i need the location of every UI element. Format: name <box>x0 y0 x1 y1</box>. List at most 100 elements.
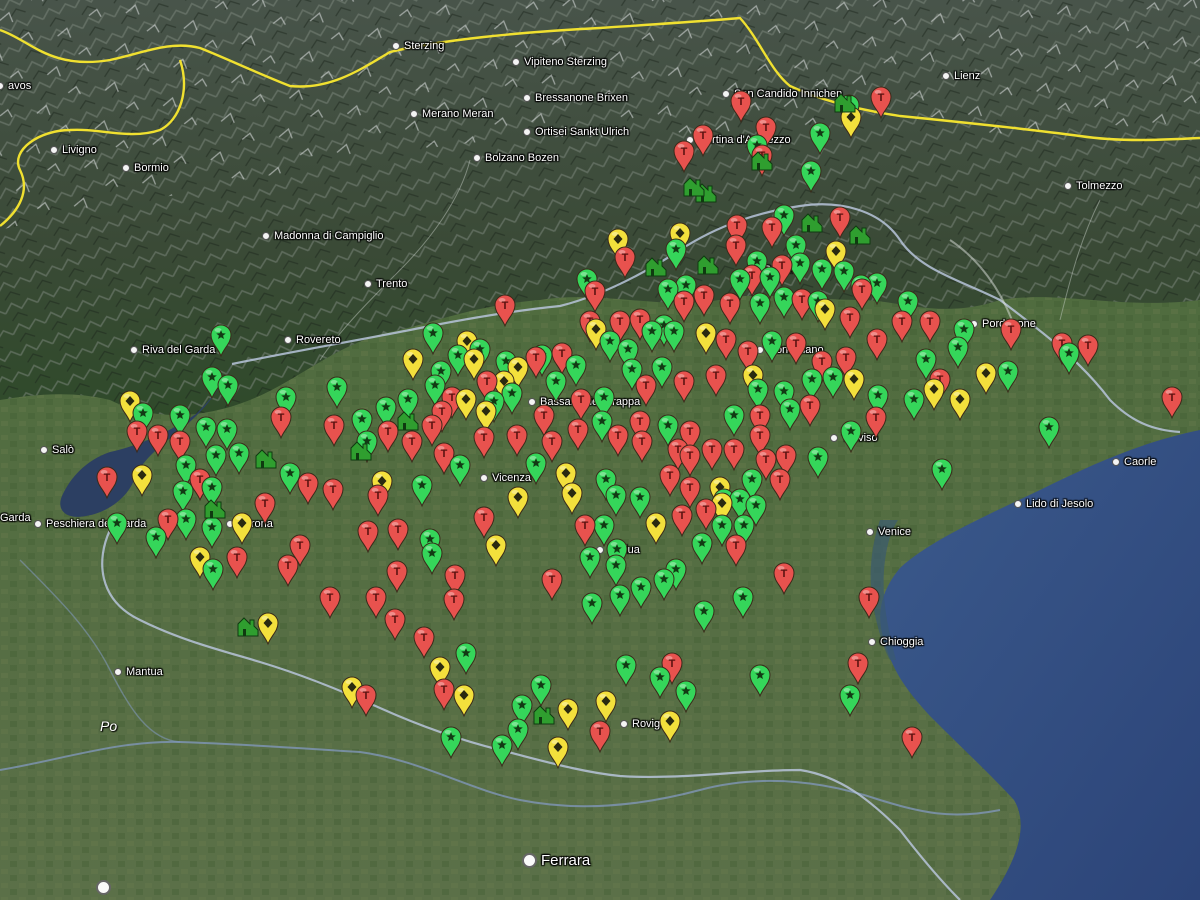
green-pin-icon[interactable] <box>822 366 844 400</box>
red-pin-icon[interactable]: T <box>866 328 888 362</box>
red-pin-icon[interactable]: T <box>1000 318 1022 352</box>
green-pin-icon[interactable] <box>749 292 771 326</box>
red-pin-icon[interactable]: T <box>631 430 653 464</box>
green-pin-icon[interactable] <box>579 546 601 580</box>
red-pin-icon[interactable]: T <box>506 424 528 458</box>
yellow-pin-icon[interactable] <box>645 512 667 546</box>
red-pin-icon[interactable]: T <box>773 562 795 596</box>
green-pin-icon[interactable] <box>501 382 523 416</box>
red-pin-icon[interactable]: T <box>673 290 695 324</box>
red-pin-icon[interactable]: T <box>679 476 701 510</box>
red-pin-icon[interactable]: T <box>693 284 715 318</box>
map-view[interactable]: Sterzing Vipiteno Sterzing Bressanone Brix… <box>0 0 1200 900</box>
green-pin-icon[interactable] <box>605 484 627 518</box>
green-pin-icon[interactable] <box>615 654 637 688</box>
red-pin-icon[interactable]: T <box>277 554 299 588</box>
red-pin-icon[interactable]: T <box>443 588 465 622</box>
green-pin-icon[interactable] <box>326 376 348 410</box>
green-pin-icon[interactable] <box>491 734 513 768</box>
red-pin-icon[interactable]: T <box>671 504 693 538</box>
red-pin-icon[interactable]: T <box>147 424 169 458</box>
green-pin-icon[interactable] <box>665 238 687 272</box>
green-pin-icon[interactable] <box>807 446 829 480</box>
yellow-pin-icon[interactable] <box>485 534 507 568</box>
green-pin-icon[interactable] <box>649 666 671 700</box>
red-pin-icon[interactable]: T <box>494 294 516 328</box>
green-pin-icon[interactable] <box>545 370 567 404</box>
red-pin-icon[interactable]: T <box>401 430 423 464</box>
red-pin-icon[interactable]: T <box>355 684 377 718</box>
red-pin-icon[interactable]: T <box>769 468 791 502</box>
red-pin-icon[interactable]: T <box>473 506 495 540</box>
building-icon[interactable] <box>849 225 871 245</box>
red-pin-icon[interactable]: T <box>635 374 657 408</box>
red-pin-icon[interactable]: T <box>421 414 443 448</box>
yellow-pin-icon[interactable] <box>814 298 836 332</box>
green-pin-icon[interactable] <box>931 458 953 492</box>
green-pin-icon[interactable] <box>449 454 471 488</box>
green-pin-icon[interactable] <box>761 330 783 364</box>
red-pin-icon[interactable]: T <box>847 652 869 686</box>
green-pin-icon[interactable] <box>749 664 771 698</box>
green-pin-icon[interactable] <box>1058 342 1080 376</box>
building-icon[interactable] <box>645 257 667 277</box>
red-pin-icon[interactable]: T <box>614 246 636 280</box>
green-pin-icon[interactable] <box>106 512 128 546</box>
green-pin-icon[interactable] <box>421 542 443 576</box>
yellow-pin-icon[interactable] <box>923 378 945 412</box>
red-pin-icon[interactable]: T <box>570 388 592 422</box>
green-pin-icon[interactable] <box>811 258 833 292</box>
green-pin-icon[interactable] <box>675 680 697 714</box>
green-pin-icon[interactable] <box>599 330 621 364</box>
red-pin-icon[interactable]: T <box>319 586 341 620</box>
red-pin-icon[interactable]: T <box>589 720 611 754</box>
green-pin-icon[interactable] <box>800 160 822 194</box>
red-pin-icon[interactable]: T <box>730 90 752 124</box>
yellow-pin-icon[interactable] <box>257 612 279 646</box>
red-pin-icon[interactable]: T <box>384 608 406 642</box>
green-pin-icon[interactable] <box>455 642 477 676</box>
red-pin-icon[interactable]: T <box>701 438 723 472</box>
red-pin-icon[interactable]: T <box>413 626 435 660</box>
red-pin-icon[interactable]: T <box>858 586 880 620</box>
green-pin-icon[interactable] <box>732 586 754 620</box>
green-pin-icon[interactable] <box>809 122 831 156</box>
red-pin-icon[interactable]: T <box>387 518 409 552</box>
green-pin-icon[interactable] <box>789 252 811 286</box>
red-pin-icon[interactable]: T <box>919 310 941 344</box>
red-pin-icon[interactable]: T <box>567 418 589 452</box>
yellow-pin-icon[interactable] <box>975 362 997 396</box>
red-pin-icon[interactable]: T <box>901 726 923 760</box>
green-pin-icon[interactable] <box>605 554 627 588</box>
green-pin-icon[interactable] <box>629 486 651 520</box>
yellow-pin-icon[interactable] <box>453 684 475 718</box>
green-pin-icon[interactable] <box>411 474 433 508</box>
building-icon[interactable] <box>237 617 259 637</box>
red-pin-icon[interactable]: T <box>891 310 913 344</box>
green-pin-icon[interactable] <box>195 416 217 450</box>
green-pin-icon[interactable] <box>840 420 862 454</box>
red-pin-icon[interactable]: T <box>829 206 851 240</box>
red-pin-icon[interactable]: T <box>584 280 606 314</box>
green-pin-icon[interactable] <box>663 320 685 354</box>
green-pin-icon[interactable] <box>172 480 194 514</box>
red-pin-icon[interactable]: T <box>1077 334 1099 368</box>
green-pin-icon[interactable] <box>641 320 663 354</box>
green-pin-icon[interactable] <box>839 684 861 718</box>
green-pin-icon[interactable] <box>609 584 631 618</box>
red-pin-icon[interactable]: T <box>226 546 248 580</box>
red-pin-icon[interactable]: T <box>785 332 807 366</box>
red-pin-icon[interactable]: T <box>323 414 345 448</box>
yellow-pin-icon[interactable] <box>659 710 681 744</box>
red-pin-icon[interactable]: T <box>725 234 747 268</box>
yellow-pin-icon[interactable] <box>557 698 579 732</box>
green-pin-icon[interactable] <box>691 532 713 566</box>
red-pin-icon[interactable]: T <box>607 424 629 458</box>
yellow-pin-icon[interactable] <box>843 368 865 402</box>
green-pin-icon[interactable] <box>947 336 969 370</box>
red-pin-icon[interactable]: T <box>719 292 741 326</box>
building-icon[interactable] <box>801 213 823 233</box>
red-pin-icon[interactable]: T <box>673 370 695 404</box>
red-pin-icon[interactable]: T <box>96 466 118 500</box>
red-pin-icon[interactable]: T <box>870 86 892 120</box>
